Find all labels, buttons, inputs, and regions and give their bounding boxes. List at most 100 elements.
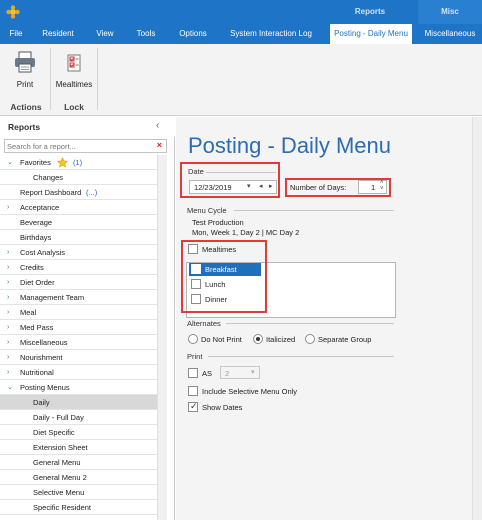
tree-item-label: Changes bbox=[33, 173, 64, 182]
app-logo-icon bbox=[6, 5, 20, 19]
ribbon-separator bbox=[50, 48, 51, 110]
chevron-right-icon[interactable]: › bbox=[7, 365, 9, 380]
tree-item-label: Selective Menu bbox=[33, 488, 85, 497]
as-checkbox[interactable] bbox=[188, 368, 198, 378]
tree-item-posting-menus[interactable]: ⌄ Posting Menus bbox=[0, 380, 157, 395]
tree-item-miscellaneous[interactable]: › Miscellaneous bbox=[0, 335, 157, 350]
reports-panel: Reports ‹ × ⌄ Favorites (1) Changes Repo… bbox=[0, 117, 175, 520]
menu-cycle-name: Test Production bbox=[192, 218, 244, 227]
main-scrollbar[interactable] bbox=[472, 117, 482, 520]
tree-scrollbar[interactable] bbox=[157, 155, 167, 520]
tree-item-label: Extension Sheet bbox=[33, 443, 88, 452]
highlight-mealtimes bbox=[181, 240, 267, 313]
tab-miscellaneous[interactable]: Miscellaneous bbox=[418, 24, 482, 44]
tree-item-daily[interactable]: Daily bbox=[0, 395, 157, 410]
tree-item-label: Favorites bbox=[20, 158, 51, 167]
tree-item-meal[interactable]: › Meal bbox=[0, 305, 157, 320]
chevron-right-icon[interactable]: › bbox=[7, 260, 9, 275]
tree-item-daily-full-day[interactable]: Daily - Full Day bbox=[0, 410, 157, 425]
tab-posting-daily-menu[interactable]: Posting - Daily Menu bbox=[330, 24, 412, 44]
tree-item-specific-resident[interactable]: Specific Resident bbox=[0, 500, 157, 515]
dashboard-more[interactable]: (...) bbox=[86, 185, 97, 200]
chevron-right-icon[interactable]: › bbox=[7, 320, 9, 335]
number-of-days-value: 1 bbox=[371, 183, 376, 192]
radio-label: Do Not Print bbox=[201, 335, 242, 344]
divider bbox=[234, 210, 394, 211]
tree-item-cost-analysis[interactable]: › Cost Analysis bbox=[0, 245, 157, 260]
tree-item-report-dashboard[interactable]: Report Dashboard (...) bbox=[0, 185, 157, 200]
tree-item-beverage[interactable]: Beverage bbox=[0, 215, 157, 230]
next-date-icon[interactable]: ▸ bbox=[269, 182, 273, 190]
tab-resident[interactable]: Resident bbox=[38, 24, 78, 44]
tree-item-nutritional[interactable]: › Nutritional bbox=[0, 365, 157, 380]
chevron-down-icon[interactable]: ⌄ bbox=[7, 380, 13, 395]
chevron-right-icon[interactable]: › bbox=[7, 305, 9, 320]
favorites-count: (1) bbox=[73, 158, 83, 167]
tab-options[interactable]: Options bbox=[174, 24, 212, 44]
tree-item-label: Beverage bbox=[20, 218, 53, 227]
date-value: 12/23/2019 bbox=[194, 183, 232, 192]
prev-date-icon[interactable]: ◂ bbox=[259, 182, 263, 190]
radio-do-not-print[interactable] bbox=[188, 334, 198, 344]
as-value: 2 bbox=[225, 369, 230, 378]
tree-item-birthdays[interactable]: Birthdays bbox=[0, 230, 157, 245]
include-selective-checkbox[interactable] bbox=[188, 386, 198, 396]
tree-item-management-team[interactable]: › Management Team bbox=[0, 290, 157, 305]
tab-system-interaction-log[interactable]: System Interaction Log bbox=[226, 24, 316, 44]
tree-item-extension-sheet[interactable]: Extension Sheet bbox=[0, 440, 157, 455]
radio-italicized[interactable] bbox=[253, 334, 263, 344]
clear-search-icon[interactable]: × bbox=[157, 140, 162, 150]
collapse-panel-icon[interactable]: ‹ bbox=[156, 120, 159, 131]
divider bbox=[206, 172, 276, 173]
show-dates-checkbox[interactable]: ✓ bbox=[188, 401, 198, 412]
chevron-right-icon[interactable]: › bbox=[7, 275, 9, 290]
divider bbox=[226, 323, 394, 324]
tab-tools[interactable]: Tools bbox=[132, 24, 160, 44]
tree-item-selective-menu[interactable]: Selective Menu bbox=[0, 485, 157, 500]
tree-item-general-menu-2[interactable]: General Menu 2 bbox=[0, 470, 157, 485]
report-search-box[interactable]: × bbox=[4, 139, 167, 153]
tree-item-label: Management Team bbox=[20, 293, 85, 302]
chevron-right-icon[interactable]: › bbox=[7, 335, 9, 350]
tree-item-changes[interactable]: Changes bbox=[0, 170, 157, 185]
mealtimes-button[interactable]: Mealtimes bbox=[54, 48, 94, 96]
tree-item-label: Med Pass bbox=[20, 323, 54, 332]
menu-bar: File Resident View Tools Options System … bbox=[0, 24, 482, 44]
tab-file[interactable]: File bbox=[4, 24, 28, 44]
number-of-days-spinner[interactable]: 1 ˄ ˅ bbox=[358, 180, 387, 194]
as-dropdown[interactable]: 2 ▾ bbox=[220, 366, 260, 379]
chevron-right-icon[interactable]: › bbox=[7, 200, 9, 215]
tree-item-label: Report Dashboard bbox=[20, 188, 82, 197]
chevron-down-icon[interactable]: ⌄ bbox=[7, 155, 13, 170]
chevron-right-icon[interactable]: › bbox=[7, 245, 9, 260]
tree-item-nourishment[interactable]: › Nourishment bbox=[0, 350, 157, 365]
report-tree: ⌄ Favorites (1) Changes Report Dashboard… bbox=[0, 155, 168, 520]
tree-item-label: Acceptance bbox=[20, 203, 60, 212]
tree-item-label: Nourishment bbox=[20, 353, 63, 362]
report-options-pane: Posting - Daily Menu Date 12/23/2019 ▾ ◂… bbox=[176, 117, 482, 520]
tree-item-acceptance[interactable]: › Acceptance bbox=[0, 200, 157, 215]
alternates-label: Alternates bbox=[187, 319, 221, 328]
menu-cycle-day: Mon, Week 1, Day 2 | MC Day 2 bbox=[192, 228, 300, 237]
report-search-input[interactable] bbox=[5, 140, 145, 152]
tree-item-diet-specific[interactable]: Diet Specific bbox=[0, 425, 157, 440]
tree-item-favorites[interactable]: ⌄ Favorites (1) bbox=[0, 155, 157, 170]
tree-item-general-menu[interactable]: General Menu bbox=[0, 455, 157, 470]
tab-view[interactable]: View bbox=[92, 24, 118, 44]
chevron-right-icon[interactable]: › bbox=[7, 290, 9, 305]
reports-panel-header: Reports ‹ bbox=[0, 117, 175, 137]
decrement-icon[interactable]: ˅ bbox=[380, 186, 384, 192]
context-tab-misc: Misc bbox=[418, 0, 482, 24]
dropdown-arrow-icon[interactable]: ▾ bbox=[251, 368, 255, 376]
tree-item-label: Meal bbox=[20, 308, 37, 317]
print-button[interactable]: Print bbox=[6, 48, 44, 96]
tree-item-label: Nutritional bbox=[20, 368, 54, 377]
tree-item-label: Daily - Full Day bbox=[33, 413, 84, 422]
tree-item-diet-order[interactable]: › Diet Order bbox=[0, 275, 157, 290]
radio-separate-group[interactable] bbox=[305, 334, 315, 344]
dropdown-arrow-icon[interactable]: ▾ bbox=[247, 182, 251, 190]
tree-item-credits[interactable]: › Credits bbox=[0, 260, 157, 275]
chevron-right-icon[interactable]: › bbox=[7, 350, 9, 365]
date-picker[interactable]: 12/23/2019 ▾ ◂ ▸ bbox=[189, 180, 277, 194]
tree-item-med-pass[interactable]: › Med Pass bbox=[0, 320, 157, 335]
